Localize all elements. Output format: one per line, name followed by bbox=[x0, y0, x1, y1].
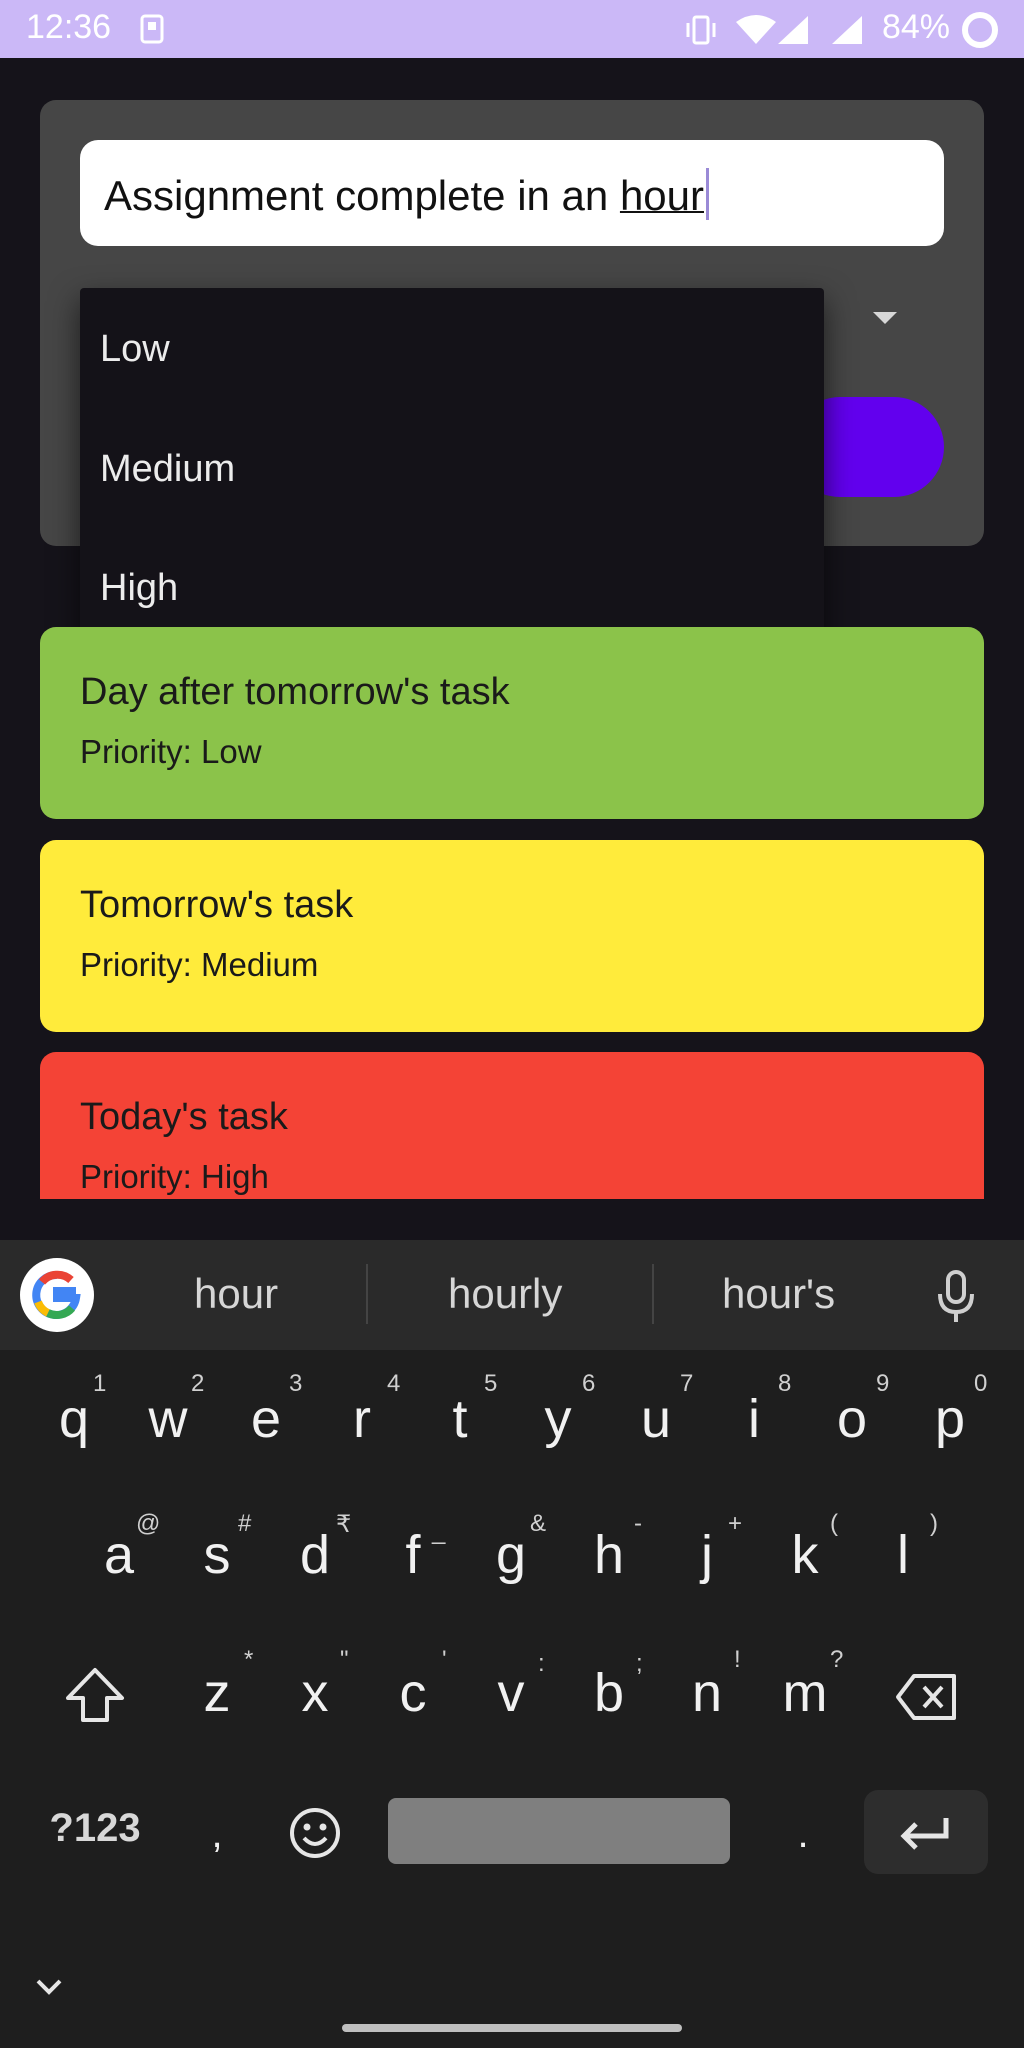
text-caret bbox=[706, 168, 709, 220]
suggestion-divider bbox=[366, 1264, 368, 1324]
key-hint: ) bbox=[930, 1510, 938, 1537]
task-title: Tomorrow's task bbox=[80, 884, 354, 926]
task-card[interactable]: Tomorrow's task Priority: Medium bbox=[40, 840, 984, 1032]
signal-roaming-icon bbox=[830, 14, 864, 51]
key-hint: 0 bbox=[974, 1370, 988, 1397]
suggestion-divider bbox=[652, 1264, 654, 1324]
emoji-icon[interactable] bbox=[288, 1806, 342, 1865]
battery-percent: 84% bbox=[881, 8, 950, 46]
task-input-prefix: Assignment complete in an bbox=[104, 172, 620, 219]
signal-icon bbox=[776, 14, 810, 51]
key-hint: 9 bbox=[876, 1370, 890, 1397]
task-card[interactable]: Today's task Priority: High bbox=[40, 1052, 984, 1199]
priority-option-low[interactable]: Low bbox=[100, 328, 170, 371]
wifi-icon bbox=[734, 14, 778, 51]
key-hint: ( bbox=[830, 1510, 838, 1537]
suggestion-3[interactable]: hour's bbox=[722, 1270, 835, 1318]
key-hint: " bbox=[340, 1646, 349, 1673]
key-hint: 6 bbox=[582, 1370, 596, 1397]
key-hint: ! bbox=[734, 1646, 741, 1673]
space-bar[interactable] bbox=[388, 1798, 730, 1864]
task-input[interactable]: Assignment complete in an hour bbox=[80, 140, 944, 246]
enter-key[interactable] bbox=[864, 1790, 988, 1874]
key-hint: ; bbox=[636, 1650, 643, 1677]
priority-option-medium[interactable]: Medium bbox=[100, 448, 235, 491]
suggestion-2[interactable]: hourly bbox=[448, 1270, 562, 1318]
task-input-composing-word: hour bbox=[619, 172, 704, 219]
soft-keyboard: hour hourly hour's bbox=[0, 1240, 1024, 2048]
task-input-text: Assignment complete in an hour bbox=[104, 168, 709, 220]
symbols-key[interactable]: ?123 bbox=[40, 1806, 150, 1851]
suggestion-1[interactable]: hour bbox=[194, 1270, 278, 1318]
google-logo-icon[interactable] bbox=[20, 1258, 94, 1332]
priority-dropdown-arrow-icon[interactable] bbox=[873, 312, 897, 324]
task-priority: Priority: Medium bbox=[80, 946, 319, 983]
task-priority: Priority: Low bbox=[80, 733, 262, 770]
key-hint: 7 bbox=[680, 1370, 694, 1397]
task-title: Day after tomorrow's task bbox=[80, 671, 510, 713]
enter-arrow-icon bbox=[900, 1818, 949, 1850]
key-hint: 4 bbox=[387, 1370, 401, 1397]
suggestion-bar: hour hourly hour's bbox=[0, 1240, 1024, 1350]
key-hint: ₹ bbox=[336, 1511, 352, 1538]
priority-dropdown-menu: Low Medium High bbox=[80, 288, 824, 646]
key-hint: 3 bbox=[289, 1370, 303, 1397]
microphone-icon[interactable] bbox=[934, 1268, 978, 1329]
key-hint: : bbox=[538, 1650, 545, 1677]
key-hint: & bbox=[530, 1510, 547, 1537]
priority-option-high[interactable]: High bbox=[100, 567, 178, 610]
key-hint: 8 bbox=[778, 1370, 792, 1397]
comma-key[interactable]: , bbox=[172, 1812, 262, 1857]
status-time: 12:36 bbox=[26, 8, 112, 46]
key-hint: 5 bbox=[484, 1370, 498, 1397]
key-hint: _ bbox=[432, 1518, 446, 1545]
key-hint: * bbox=[244, 1646, 254, 1673]
home-gesture-pill[interactable] bbox=[342, 2024, 682, 2032]
task-card[interactable]: Day after tomorrow's task Priority: Low bbox=[40, 627, 984, 819]
backspace-icon[interactable] bbox=[894, 1672, 958, 1727]
status-bar: 12:36 84% bbox=[0, 0, 1024, 58]
key-hint: - bbox=[634, 1510, 642, 1537]
key-hint: ? bbox=[830, 1646, 844, 1673]
battery-saver-icon bbox=[960, 10, 1000, 55]
key-hint: # bbox=[238, 1510, 252, 1537]
key-hint: 1 bbox=[93, 1370, 107, 1397]
key-hint: + bbox=[728, 1510, 743, 1537]
key-hint: ' bbox=[442, 1646, 447, 1673]
screenshot-notification-icon bbox=[140, 14, 164, 49]
task-title: Today's task bbox=[80, 1096, 288, 1138]
period-key[interactable]: . bbox=[758, 1812, 848, 1857]
key-hint: 2 bbox=[191, 1370, 205, 1397]
hide-keyboard-chevron-icon[interactable] bbox=[34, 1976, 64, 2003]
task-priority: Priority: High bbox=[80, 1158, 269, 1195]
shift-key-icon[interactable] bbox=[62, 1666, 128, 1729]
vibrate-icon bbox=[684, 14, 718, 51]
key-hint: @ bbox=[136, 1510, 161, 1537]
